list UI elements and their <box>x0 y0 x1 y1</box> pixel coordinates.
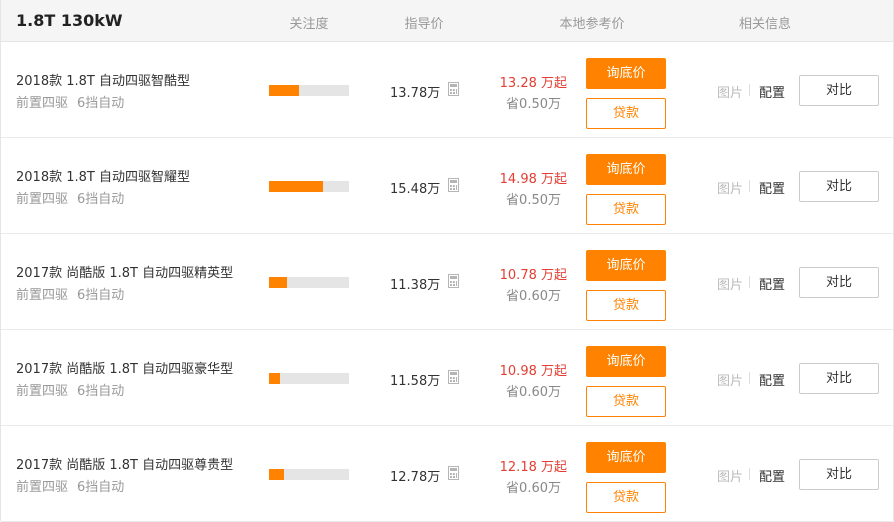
savings: 省0.60万 <box>506 385 561 400</box>
calculator-icon[interactable] <box>448 82 459 96</box>
attention-bar <box>269 85 349 96</box>
drive-type: 前置四驱 <box>16 96 69 111</box>
inquire-price-button[interactable]: 询底价 <box>586 346 666 377</box>
list-header: 1.8T 130kW 关注度 指导价 本地参考价 相关信息 <box>1 0 893 42</box>
calculator-icon[interactable] <box>448 466 459 480</box>
column-header-attention: 关注度 <box>289 17 329 32</box>
model-name[interactable]: 2017款 尚酷版 1.8T 自动四驱豪华型 <box>16 358 233 377</box>
pictures-link[interactable]: 图片 <box>717 466 743 485</box>
savings: 省0.60万 <box>506 481 561 496</box>
model-row: 2017款 尚酷版 1.8T 自动四驱豪华型 前置四驱 6挡自动 11.58万 1… <box>1 330 893 426</box>
attention-bar-fill <box>269 181 324 192</box>
model-row: 2017款 尚酷版 1.8T 自动四驱精英型 前置四驱 6挡自动 11.38万 1… <box>1 234 893 330</box>
attention-bar <box>269 373 349 384</box>
calculator-icon[interactable] <box>448 370 459 384</box>
config-link[interactable]: 配置 <box>759 370 785 389</box>
attention-bar-fill <box>269 469 285 480</box>
config-link[interactable]: 配置 <box>759 274 785 293</box>
model-name[interactable]: 2017款 尚酷版 1.8T 自动四驱精英型 <box>16 262 233 281</box>
loan-button[interactable]: 贷款 <box>586 482 666 513</box>
inquire-price-button[interactable]: 询底价 <box>586 58 666 89</box>
loan-button[interactable]: 贷款 <box>586 194 666 225</box>
column-header-guide-price: 指导价 <box>404 17 444 32</box>
attention-bar <box>269 277 349 288</box>
compare-button[interactable]: 对比 <box>799 267 879 298</box>
compare-button[interactable]: 对比 <box>799 75 879 106</box>
attention-bar-fill <box>269 85 299 96</box>
divider <box>749 180 750 192</box>
savings: 省0.50万 <box>506 193 561 208</box>
inquire-price-button[interactable]: 询底价 <box>586 154 666 185</box>
guide-price: 12.78万 <box>390 470 441 485</box>
calculator-icon[interactable] <box>448 274 459 288</box>
gearbox-type: 6挡自动 <box>77 384 125 399</box>
model-spec: 前置四驱 6挡自动 <box>16 92 124 111</box>
gearbox-type: 6挡自动 <box>77 96 125 111</box>
inquire-price-button[interactable]: 询底价 <box>586 250 666 281</box>
drive-type: 前置四驱 <box>16 192 69 207</box>
model-spec: 前置四驱 6挡自动 <box>16 188 124 207</box>
local-price[interactable]: 10.98 万起 <box>470 360 567 379</box>
model-row: 2017款 尚酷版 1.8T 自动四驱尊贵型 前置四驱 6挡自动 12.78万 1… <box>1 426 893 522</box>
local-price[interactable]: 10.78 万起 <box>470 264 567 283</box>
config-link[interactable]: 配置 <box>759 82 785 101</box>
savings: 省0.50万 <box>506 97 561 112</box>
guide-price: 15.48万 <box>390 182 441 197</box>
guide-price: 13.78万 <box>390 86 441 101</box>
gearbox-type: 6挡自动 <box>77 192 125 207</box>
compare-button[interactable]: 对比 <box>799 459 879 490</box>
savings: 省0.60万 <box>506 289 561 304</box>
inquire-price-button[interactable]: 询底价 <box>586 442 666 473</box>
drive-type: 前置四驱 <box>16 288 69 303</box>
drive-type: 前置四驱 <box>16 384 69 399</box>
guide-price: 11.38万 <box>390 278 441 293</box>
engine-group-title: 1.8T 130kW <box>16 11 123 30</box>
compare-button[interactable]: 对比 <box>799 171 879 202</box>
loan-button[interactable]: 贷款 <box>586 386 666 417</box>
pictures-link[interactable]: 图片 <box>717 370 743 389</box>
divider <box>749 84 750 96</box>
attention-bar-fill <box>269 277 287 288</box>
pictures-link[interactable]: 图片 <box>717 274 743 293</box>
column-header-related-info: 相关信息 <box>738 17 791 32</box>
model-spec: 前置四驱 6挡自动 <box>16 284 124 303</box>
model-spec: 前置四驱 6挡自动 <box>16 476 124 495</box>
model-row: 2018款 1.8T 自动四驱智耀型 前置四驱 6挡自动 15.48万 14.98… <box>1 138 893 234</box>
model-name[interactable]: 2018款 1.8T 自动四驱智酷型 <box>16 70 190 89</box>
model-name[interactable]: 2018款 1.8T 自动四驱智耀型 <box>16 166 190 185</box>
attention-bar-fill <box>269 373 281 384</box>
model-spec: 前置四驱 6挡自动 <box>16 380 124 399</box>
model-name[interactable]: 2017款 尚酷版 1.8T 自动四驱尊贵型 <box>16 454 233 473</box>
car-model-list: 1.8T 130kW 关注度 指导价 本地参考价 相关信息 2018款 1.8T… <box>0 0 894 522</box>
calculator-icon[interactable] <box>448 178 459 192</box>
compare-button[interactable]: 对比 <box>799 363 879 394</box>
divider <box>749 468 750 480</box>
divider <box>749 276 750 288</box>
gearbox-type: 6挡自动 <box>77 288 125 303</box>
local-price[interactable]: 13.28 万起 <box>470 72 567 91</box>
drive-type: 前置四驱 <box>16 480 69 495</box>
gearbox-type: 6挡自动 <box>77 480 125 495</box>
loan-button[interactable]: 贷款 <box>586 290 666 321</box>
pictures-link[interactable]: 图片 <box>717 82 743 101</box>
attention-bar <box>269 469 349 480</box>
attention-bar <box>269 181 349 192</box>
config-link[interactable]: 配置 <box>759 178 785 197</box>
divider <box>749 372 750 384</box>
column-header-local-price: 本地参考价 <box>559 17 625 32</box>
model-row: 2018款 1.8T 自动四驱智酷型 前置四驱 6挡自动 13.78万 13.28… <box>1 42 893 138</box>
config-link[interactable]: 配置 <box>759 466 785 485</box>
local-price[interactable]: 12.18 万起 <box>470 456 567 475</box>
local-price[interactable]: 14.98 万起 <box>470 168 567 187</box>
guide-price: 11.58万 <box>390 374 441 389</box>
loan-button[interactable]: 贷款 <box>586 98 666 129</box>
pictures-link[interactable]: 图片 <box>717 178 743 197</box>
